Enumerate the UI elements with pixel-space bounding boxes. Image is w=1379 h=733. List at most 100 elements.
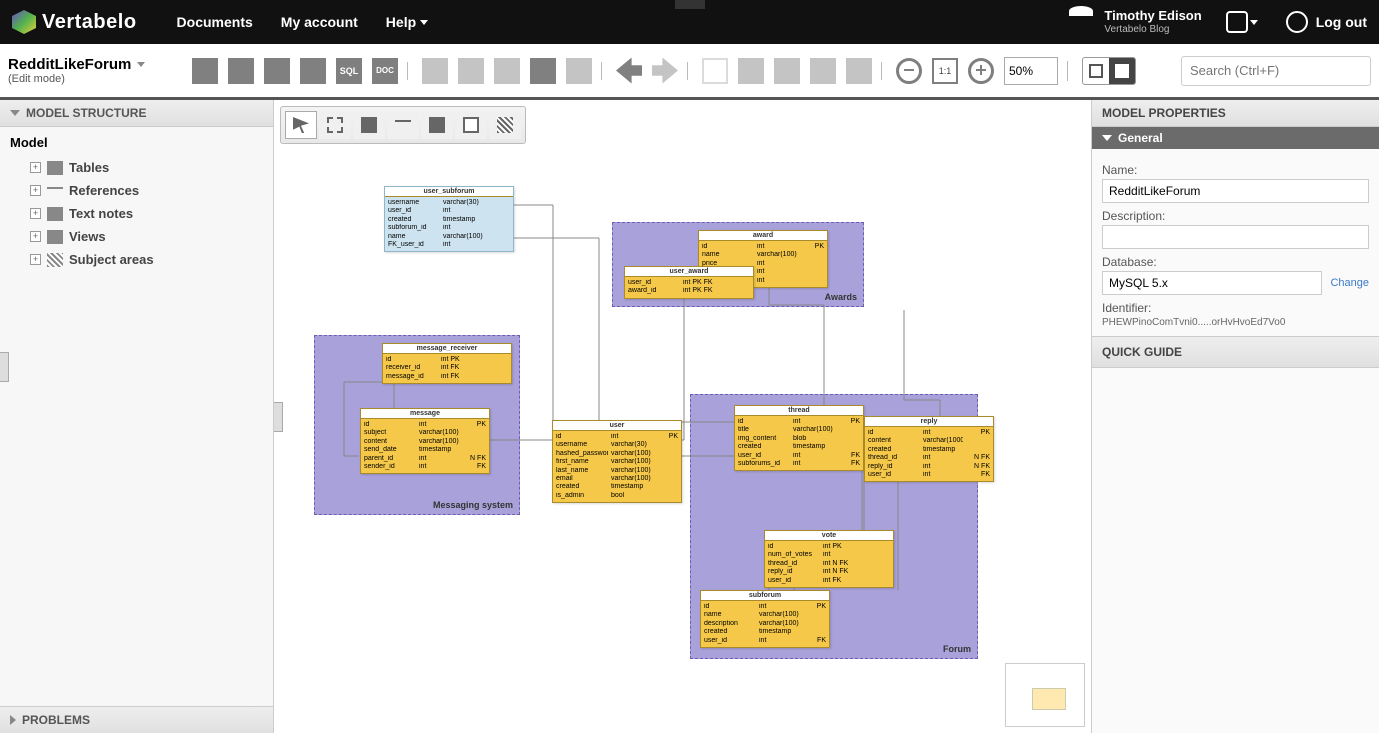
table-icon xyxy=(361,117,377,133)
expand-icon[interactable]: + xyxy=(30,162,41,173)
print-button[interactable] xyxy=(300,58,326,84)
chevron-down-icon xyxy=(420,20,428,25)
identifier-value: PHEWPinoComTvni0.....orHvHvoEd7Vo0 xyxy=(1102,317,1369,328)
edit-mode-button[interactable] xyxy=(702,58,728,84)
problems-header[interactable]: PROBLEMS xyxy=(0,706,273,733)
quick-guide-header[interactable]: QUICK GUIDE xyxy=(1092,336,1379,368)
zoom-select[interactable] xyxy=(1004,57,1058,85)
user-name: Timothy Edison xyxy=(1104,9,1201,23)
reference-icon xyxy=(395,120,411,130)
tree-item-textnotes[interactable]: +Text notes xyxy=(10,202,263,225)
tree-item-tables[interactable]: +Tables xyxy=(10,156,263,179)
add-note-tool[interactable] xyxy=(455,111,487,139)
minimap[interactable] xyxy=(1005,663,1085,727)
tree-item-references[interactable]: +References xyxy=(10,179,263,202)
expand-icon[interactable]: + xyxy=(30,185,41,196)
table-user-subforum[interactable]: user_subforum usernamevarchar(30)user_id… xyxy=(384,186,514,252)
table-user[interactable]: user idintPKusernamevarchar(30)hashed_pa… xyxy=(552,420,682,503)
undo-button[interactable] xyxy=(616,58,642,84)
sql-export-button[interactable]: SQL xyxy=(336,58,362,84)
share-button[interactable] xyxy=(228,58,254,84)
name-input[interactable] xyxy=(1102,179,1369,203)
logo[interactable]: Vertabelo xyxy=(12,10,137,34)
table-subforum[interactable]: subforum idintPKnamevarchar(100)descript… xyxy=(700,590,830,648)
add-area-tool[interactable] xyxy=(489,111,521,139)
save-button[interactable] xyxy=(192,58,218,84)
add-reference-tool[interactable] xyxy=(387,111,419,139)
table-user-award[interactable]: user_award user_idint PK FKaward_idint P… xyxy=(624,266,754,299)
table-vote[interactable]: vote idint PKnum_of_votesintthread_idint… xyxy=(764,530,894,588)
feedback-button[interactable] xyxy=(1226,11,1258,33)
add-view-tool[interactable] xyxy=(421,111,453,139)
area-icon xyxy=(497,117,513,133)
table-message-receiver[interactable]: message_receiver idint PKreceiver_idint … xyxy=(382,343,512,384)
main: MODEL STRUCTURE Model +Tables +Reference… xyxy=(0,100,1379,733)
tree-item-subjectareas[interactable]: +Subject areas xyxy=(10,248,263,271)
table-message[interactable]: message idintPKsubjectvarchar(100)conten… xyxy=(360,408,490,474)
model-title-block[interactable]: RedditLikeForum (Edit mode) xyxy=(8,56,178,85)
image-export-button[interactable] xyxy=(264,58,290,84)
nav-account[interactable]: My account xyxy=(281,14,358,30)
view-mode-left[interactable] xyxy=(1083,58,1109,84)
search-input[interactable] xyxy=(1181,56,1371,86)
table-thread[interactable]: thread idintPKtitlevarchar(100)img_conte… xyxy=(734,405,864,471)
chevron-down-icon xyxy=(1250,20,1258,25)
collapse-top-handle[interactable] xyxy=(675,0,705,9)
align-left-button[interactable] xyxy=(738,58,764,84)
zoom-fit-button[interactable]: 1:1 xyxy=(932,58,958,84)
marquee-tool[interactable] xyxy=(319,111,351,139)
view-icon xyxy=(47,230,63,244)
chevron-down-icon xyxy=(1102,135,1112,141)
expand-icon[interactable]: + xyxy=(30,231,41,242)
left-panel: MODEL STRUCTURE Model +Tables +Reference… xyxy=(0,100,274,733)
reference-icon xyxy=(47,187,63,195)
general-section-header[interactable]: General xyxy=(1092,127,1379,149)
toolbar: RedditLikeForum (Edit mode) SQL DOC 1:1 xyxy=(0,44,1379,100)
duplicate-button[interactable] xyxy=(494,58,520,84)
nav-help[interactable]: Help xyxy=(386,14,428,30)
cut-button[interactable] xyxy=(530,58,556,84)
db-select[interactable] xyxy=(1102,271,1322,295)
logout-button[interactable]: Log out xyxy=(1286,11,1367,33)
copy-button[interactable] xyxy=(422,58,448,84)
add-table-tool[interactable] xyxy=(353,111,385,139)
redo-button[interactable] xyxy=(652,58,678,84)
name-label: Name: xyxy=(1102,163,1369,177)
tree-item-views[interactable]: +Views xyxy=(10,225,263,248)
delete-button[interactable] xyxy=(566,58,592,84)
user-org: Vertabelo Blog xyxy=(1104,24,1201,35)
general-body: Name: Description: Database: Change Iden… xyxy=(1092,149,1379,336)
speech-bubble-icon xyxy=(1226,11,1248,33)
expand-icon[interactable]: + xyxy=(30,208,41,219)
align-right-button[interactable] xyxy=(774,58,800,84)
zoom-out-button[interactable] xyxy=(896,58,922,84)
distribute-h-button[interactable] xyxy=(810,58,836,84)
view-mode-right[interactable] xyxy=(1109,58,1135,84)
view-icon xyxy=(429,117,445,133)
table-reply[interactable]: reply idintPKcontentvarchar(1000) Ncreat… xyxy=(864,416,994,482)
area-icon xyxy=(47,253,63,267)
zoom-in-button[interactable] xyxy=(968,58,994,84)
doc-export-button[interactable]: DOC xyxy=(372,58,398,84)
distribute-v-button[interactable] xyxy=(846,58,872,84)
right-panel-handle[interactable] xyxy=(0,352,9,382)
paste-button[interactable] xyxy=(458,58,484,84)
brand-text: Vertabelo xyxy=(42,11,137,34)
model-tree: Model +Tables +References +Text notes +V… xyxy=(0,127,273,706)
note-icon xyxy=(47,207,63,221)
chevron-right-icon xyxy=(10,715,16,725)
select-tool[interactable] xyxy=(285,111,317,139)
model-structure-header[interactable]: MODEL STRUCTURE xyxy=(0,100,273,127)
nav-documents[interactable]: Documents xyxy=(177,14,253,30)
desc-label: Description: xyxy=(1102,209,1369,223)
table-body: usernamevarchar(30)user_idintcreatedtime… xyxy=(385,197,513,251)
tree-root[interactable]: Model xyxy=(10,135,263,150)
change-db-link[interactable]: Change xyxy=(1330,277,1369,289)
desc-input[interactable] xyxy=(1102,225,1369,249)
note-icon xyxy=(463,117,479,133)
canvas-toolbar xyxy=(280,106,526,144)
expand-icon[interactable]: + xyxy=(30,254,41,265)
user-block[interactable]: Timothy Edison Vertabelo Blog xyxy=(1072,9,1201,34)
canvas[interactable]: Awards Messaging system Forum xyxy=(274,100,1091,733)
left-panel-handle[interactable] xyxy=(274,402,283,432)
